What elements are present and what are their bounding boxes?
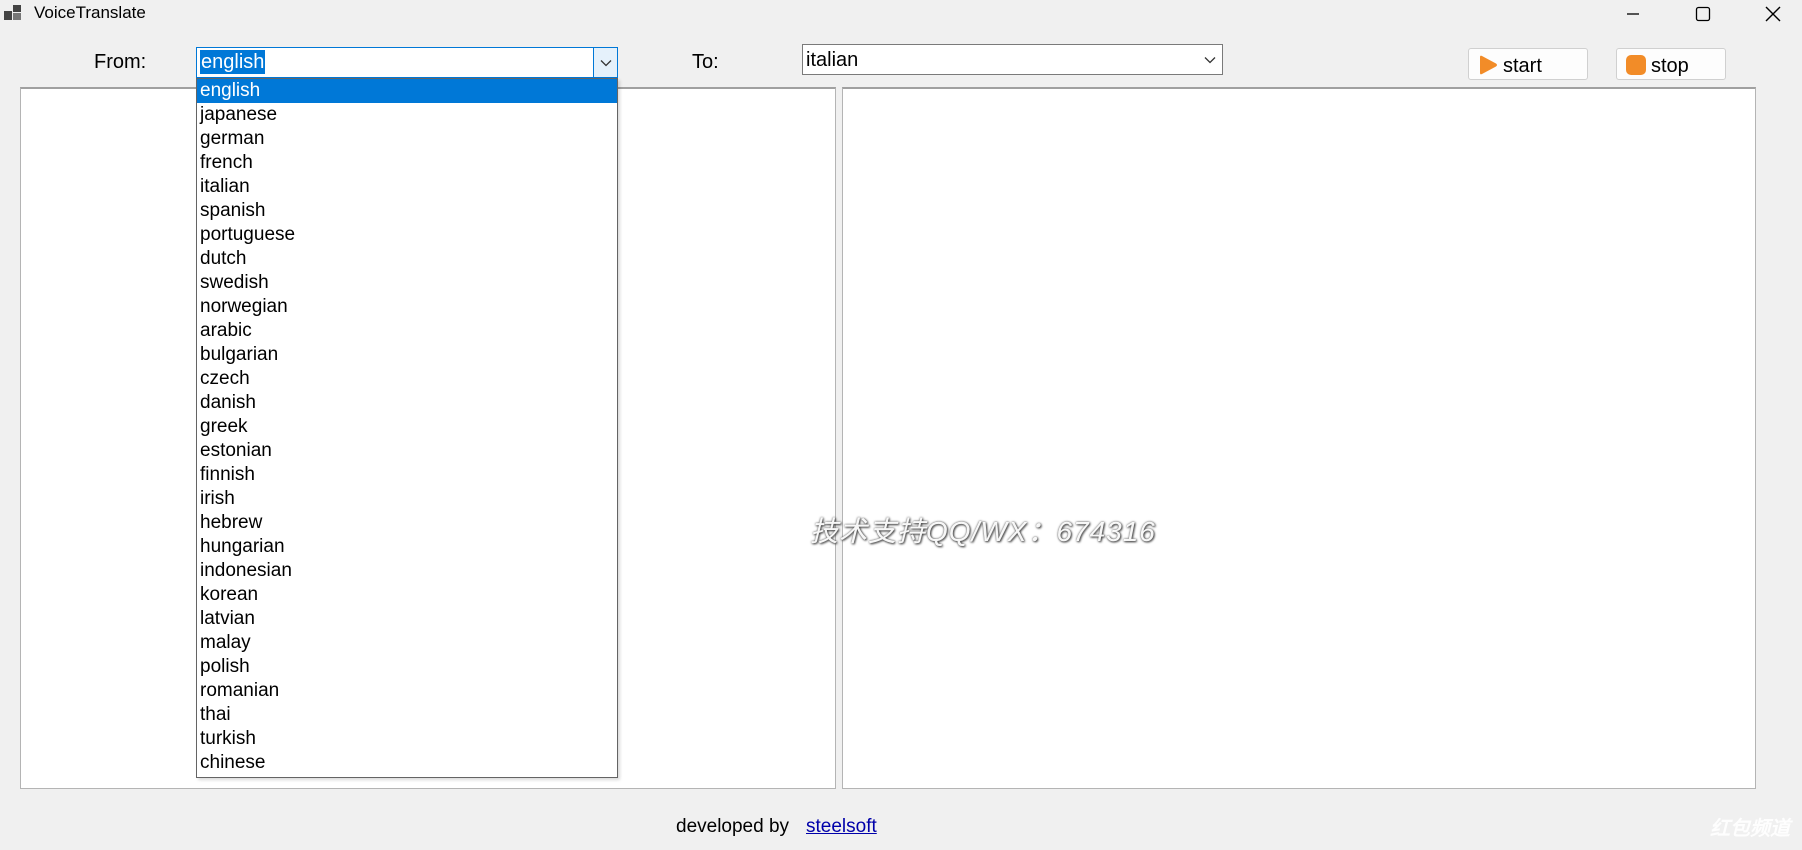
dropdown-option[interactable]: portuguese <box>197 223 617 247</box>
start-button[interactable]: start <box>1468 48 1588 80</box>
developer-link[interactable]: steelsoft <box>806 815 877 839</box>
close-button[interactable] <box>1744 0 1802 28</box>
dropdown-option[interactable]: hungarian <box>197 535 617 559</box>
dropdown-option[interactable]: latvian <box>197 607 617 631</box>
to-language-value: italian <box>806 49 859 71</box>
dropdown-option[interactable]: polish <box>197 655 617 679</box>
dropdown-option[interactable]: swedish <box>197 271 617 295</box>
stop-icon <box>1626 55 1646 75</box>
dropdown-option[interactable]: thai <box>197 703 617 727</box>
close-icon <box>1765 6 1781 22</box>
app-icon <box>4 5 21 20</box>
dropdown-option[interactable]: czech <box>197 367 617 391</box>
stop-label: stop <box>1651 55 1689 77</box>
dropdown-option[interactable]: french <box>197 151 617 175</box>
dropdown-option[interactable]: dutch <box>197 247 617 271</box>
from-language-combobox[interactable]: english <box>196 47 618 78</box>
from-language-value: english <box>200 50 266 74</box>
maximize-button[interactable] <box>1674 0 1732 28</box>
dropdown-option[interactable]: malay <box>197 631 617 655</box>
minimize-button[interactable] <box>1604 0 1662 28</box>
dropdown-option[interactable]: arabic <box>197 319 617 343</box>
dropdown-option[interactable]: irish <box>197 487 617 511</box>
to-language-combobox[interactable]: italian <box>802 44 1223 75</box>
dropdown-option[interactable]: german <box>197 127 617 151</box>
minimize-icon <box>1627 13 1639 15</box>
dropdown-option[interactable]: japanese <box>197 103 617 127</box>
dropdown-option[interactable]: estonian <box>197 439 617 463</box>
from-label: From: <box>94 51 147 73</box>
watermark-text: 技术支持QQ/WX：674316 <box>810 516 1156 547</box>
from-language-dropdown-list[interactable]: english japanese german french italian spanis… <box>196 78 618 778</box>
footer-developed-by: developed by <box>676 816 790 837</box>
stop-button[interactable]: stop <box>1616 48 1726 80</box>
chevron-down-icon <box>1204 56 1216 63</box>
dropdown-option[interactable]: greek <box>197 415 617 439</box>
dropdown-option[interactable]: turkish <box>197 727 617 751</box>
dropdown-option[interactable]: danish <box>197 391 617 415</box>
dropdown-option[interactable]: italian <box>197 175 617 199</box>
dropdown-option[interactable]: finnish <box>197 463 617 487</box>
dropdown-option[interactable]: spanish <box>197 199 617 223</box>
title-bar: VoiceTranslate <box>0 0 1802 30</box>
to-dropdown-button[interactable] <box>1198 45 1222 74</box>
dropdown-option[interactable]: romanian <box>197 679 617 703</box>
maximize-icon <box>1695 6 1711 22</box>
dropdown-option[interactable]: bulgarian <box>197 343 617 367</box>
dropdown-option[interactable]: english <box>197 79 617 103</box>
translated-text-area[interactable] <box>842 87 1756 789</box>
start-label: start <box>1503 55 1542 77</box>
window-title: VoiceTranslate <box>34 3 146 22</box>
to-label: To: <box>692 51 719 73</box>
chevron-down-icon <box>600 59 611 66</box>
play-icon <box>1480 55 1497 75</box>
dropdown-option[interactable]: hebrew <box>197 511 617 535</box>
dropdown-option[interactable]: indonesian <box>197 559 617 583</box>
dropdown-option[interactable]: chinese <box>197 751 617 775</box>
dropdown-option[interactable]: korean <box>197 583 617 607</box>
corner-watermark-logo: 红包频道 <box>1710 818 1790 840</box>
dropdown-option[interactable]: norwegian <box>197 295 617 319</box>
from-dropdown-button[interactable] <box>593 48 617 77</box>
